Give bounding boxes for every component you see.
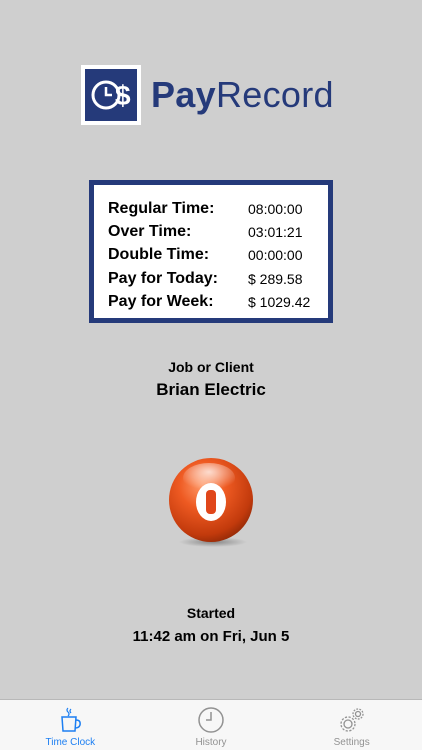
power-icon [169,458,253,547]
stat-label: Pay for Week: [108,292,214,310]
stat-label: Regular Time: [108,199,215,217]
stat-row-pay-week: Pay for Week: $ 1029.42 [108,290,328,313]
time-summary-box: Regular Time: 08:00:00 Over Time: 03:01:… [89,180,333,323]
job-client-value[interactable]: Brian Electric [0,380,422,400]
clock-in-out-button[interactable] [165,456,257,548]
app-name: PayRecord [151,65,334,125]
stat-row-double-time: Double Time: 00:00:00 [108,244,328,267]
tab-label: History [195,737,227,748]
stat-value: 03:01:21 [248,223,303,240]
started-label: Started [186,605,236,621]
clock-icon [198,707,224,733]
tab-label: Settings [333,737,370,748]
tab-settings[interactable]: Settings [281,700,422,750]
gears-icon [340,708,364,732]
stat-row-regular-time: Regular Time: 08:00:00 [108,197,328,220]
tab-bar: Time Clock History Settings [0,699,422,750]
stat-label: Double Time: [108,246,210,264]
stat-value: $ 1029.42 [248,293,311,310]
tab-history[interactable]: History [141,700,282,750]
stat-label: Pay for Today: [108,269,218,287]
app-logo: $ PayRecord [81,65,334,125]
svg-text:$: $ [115,80,131,111]
stat-label: Over Time: [108,222,192,240]
stat-value: 00:00:00 [248,247,303,264]
logo-pay-text: Pay [151,74,216,115]
coffee-cup-icon [61,707,82,732]
clock-dollar-icon: $ [85,69,137,121]
tab-time-clock[interactable]: Time Clock [0,700,141,750]
stat-value: $ 289.58 [248,270,303,287]
tab-label: Time Clock [45,737,96,748]
stat-row-over-time: Over Time: 03:01:21 [108,220,328,243]
logo-mark: $ [81,65,141,125]
stat-row-pay-today: Pay for Today: $ 289.58 [108,267,328,290]
stat-value: 08:00:00 [248,200,303,217]
job-client-label: Job or Client [168,359,254,375]
started-time: 11:42 am on Fri, Jun 5 [132,628,290,645]
logo-record-text: Record [215,74,334,115]
